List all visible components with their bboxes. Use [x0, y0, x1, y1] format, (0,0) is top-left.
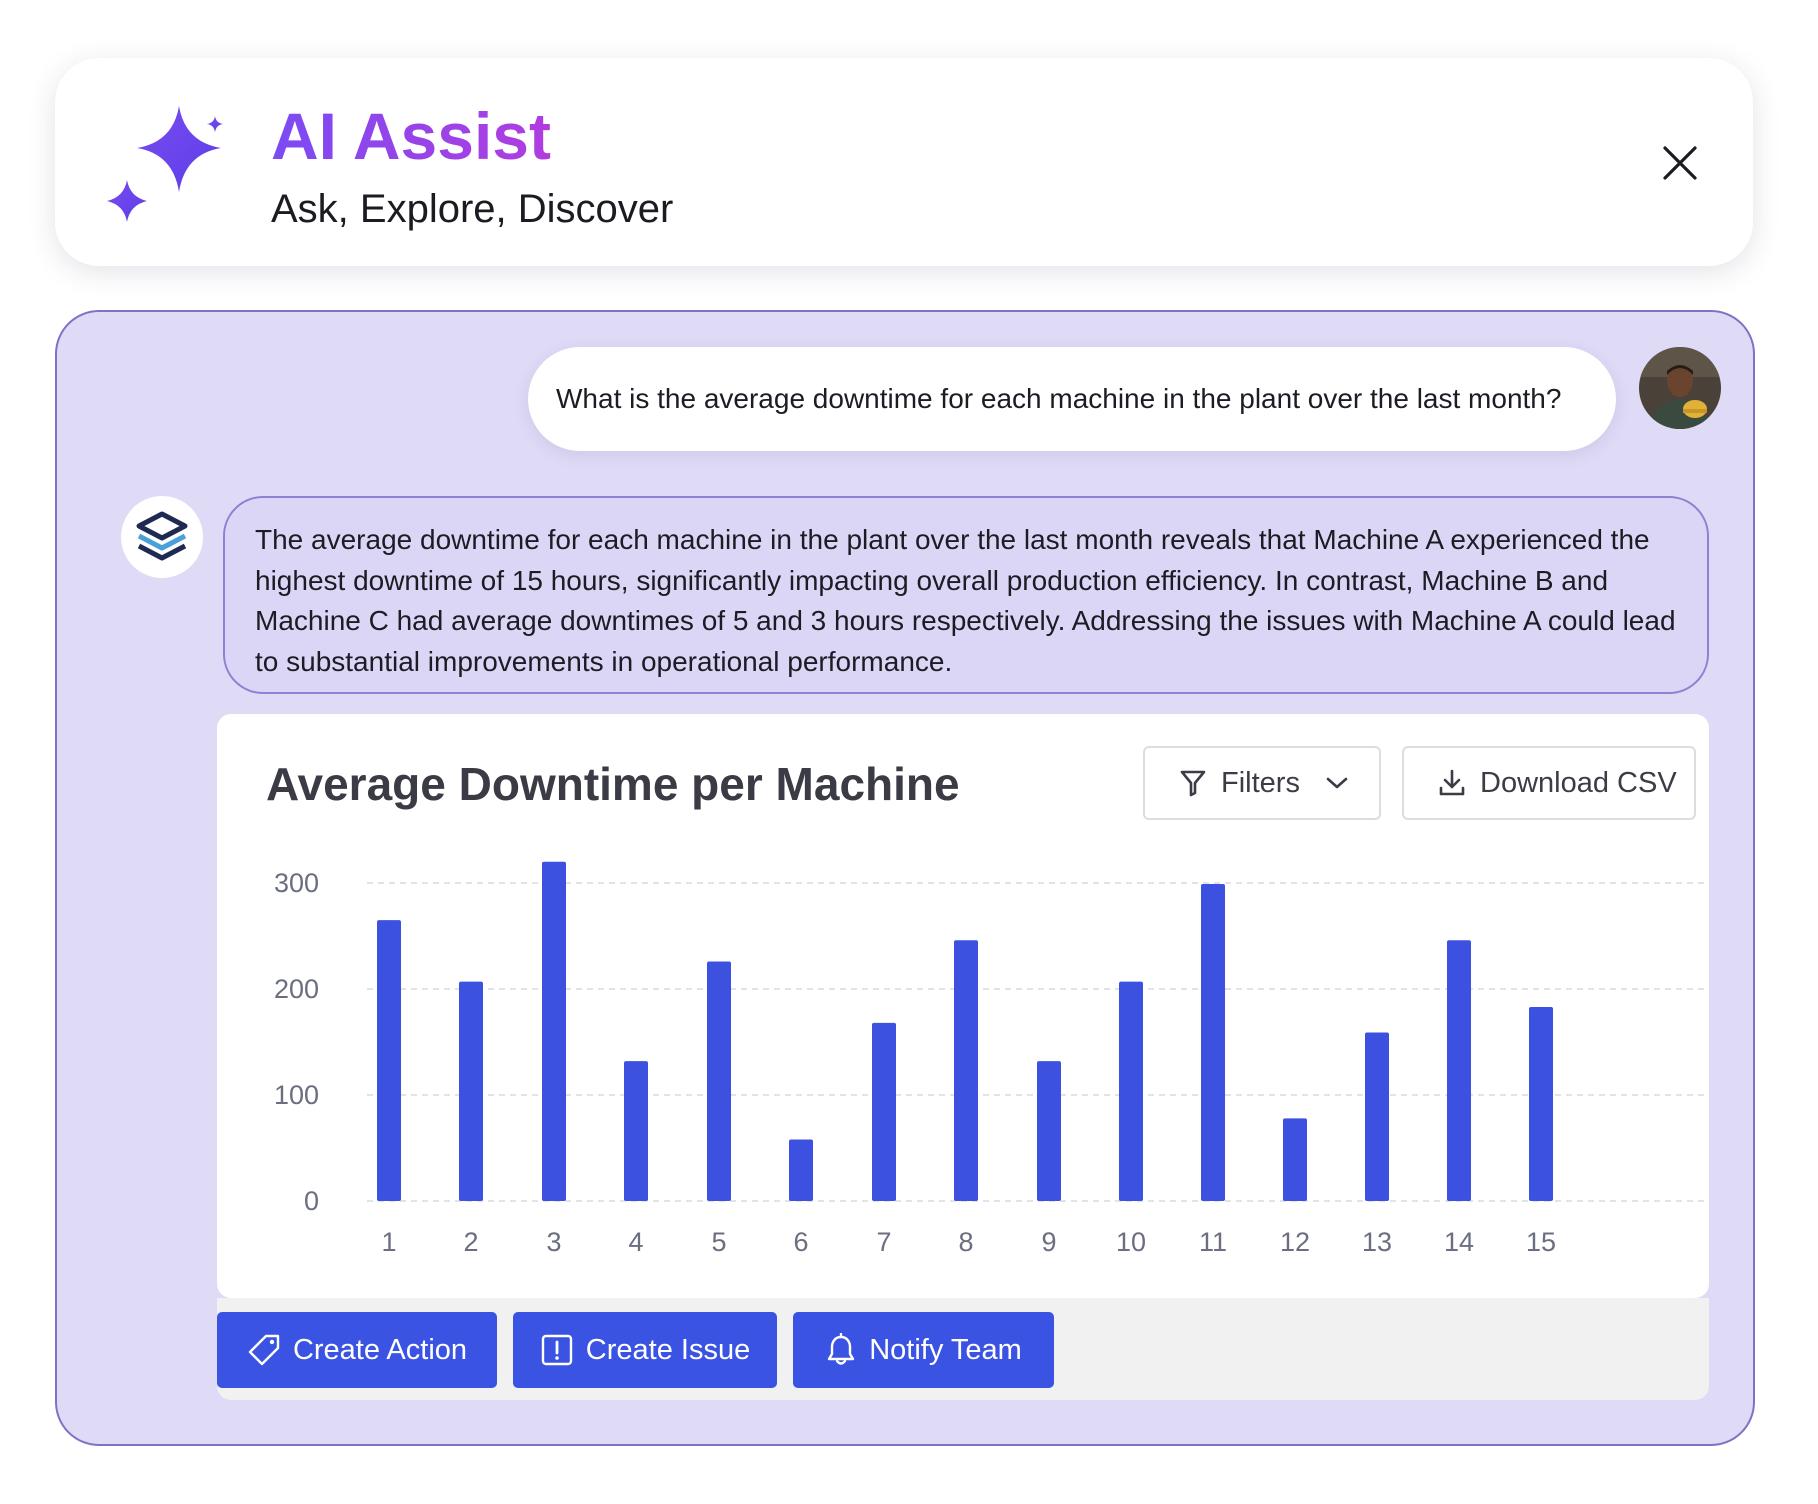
sparkle-icon [107, 106, 223, 222]
assistant-message-bubble: The average downtime for each machine in… [223, 496, 1709, 694]
bar [377, 920, 401, 1201]
y-tick-label: 0 [304, 1186, 319, 1216]
app-title: AI Assist [271, 96, 551, 176]
x-tick-label: 14 [1444, 1227, 1474, 1257]
bar [707, 961, 731, 1201]
bar [542, 861, 566, 1201]
bell-icon [825, 1333, 857, 1367]
x-tick-label: 12 [1280, 1227, 1310, 1257]
tag-icon [247, 1333, 281, 1367]
x-tick-label: 10 [1116, 1227, 1146, 1257]
x-tick-label: 7 [876, 1227, 891, 1257]
chevron-down-icon [1326, 776, 1348, 790]
x-tick-label: 1 [381, 1227, 396, 1257]
bar [1365, 1032, 1389, 1201]
header-card: AI Assist Ask, Explore, Discover [55, 58, 1753, 266]
notify-team-button[interactable]: Notify Team [793, 1312, 1054, 1388]
bar [872, 1022, 896, 1201]
bar [1201, 884, 1225, 1201]
create-issue-button[interactable]: Create Issue [513, 1312, 777, 1388]
x-tick-label: 6 [793, 1227, 808, 1257]
chart-title: Average Downtime per Machine [266, 758, 960, 810]
download-csv-label: Download CSV [1480, 766, 1677, 799]
y-tick-label: 200 [274, 974, 319, 1004]
filters-label: Filters [1221, 766, 1300, 799]
close-icon[interactable] [1657, 140, 1703, 186]
bar [954, 940, 978, 1201]
filter-icon [1179, 768, 1207, 798]
create-action-label: Create Action [292, 1333, 468, 1366]
y-tick-label: 300 [274, 868, 319, 898]
bar [789, 1139, 813, 1201]
bar [459, 981, 483, 1201]
bar [1119, 981, 1143, 1201]
x-tick-label: 5 [711, 1227, 726, 1257]
bar [1447, 940, 1471, 1201]
x-tick-label: 9 [1041, 1227, 1056, 1257]
assistant-logo-icon [136, 511, 188, 561]
action-bar: Create Action Create Issue Notify Team [217, 1298, 1709, 1400]
bar [624, 1061, 648, 1201]
alert-square-icon [540, 1333, 574, 1367]
x-tick-label: 2 [463, 1227, 478, 1257]
chat-panel: What is the average downtime for each ma… [55, 310, 1755, 1446]
x-tick-label: 11 [1199, 1227, 1227, 1257]
notify-team-label: Notify Team [869, 1333, 1022, 1366]
app-subtitle: Ask, Explore, Discover [271, 187, 674, 231]
y-tick-label: 100 [274, 1080, 319, 1110]
user-message-text: What is the average downtime for each ma… [556, 383, 1562, 414]
user-avatar[interactable] [1639, 347, 1721, 429]
x-tick-label: 15 [1526, 1227, 1556, 1257]
create-issue-label: Create Issue [585, 1333, 751, 1366]
create-action-button[interactable]: Create Action [217, 1312, 497, 1388]
bar [1283, 1118, 1307, 1201]
bar [1529, 1007, 1553, 1201]
assistant-avatar [121, 496, 203, 578]
user-avatar-image [1639, 347, 1721, 429]
bar [1037, 1061, 1061, 1201]
x-tick-label: 4 [628, 1227, 643, 1257]
download-csv-button[interactable]: Download CSV [1402, 746, 1696, 820]
user-message-bubble: What is the average downtime for each ma… [528, 347, 1616, 451]
x-tick-label: 8 [958, 1227, 973, 1257]
filters-button[interactable]: Filters [1143, 746, 1381, 820]
download-icon [1438, 768, 1466, 798]
chart-card: 0 100 200 300 1 2 3 4 5 6 7 8 9 10 11 12 13 14 15 Average … [217, 714, 1709, 1298]
x-tick-label: 13 [1362, 1227, 1392, 1257]
assistant-message-text: The average downtime for each machine in… [255, 524, 1676, 677]
x-tick-label: 3 [546, 1227, 561, 1257]
